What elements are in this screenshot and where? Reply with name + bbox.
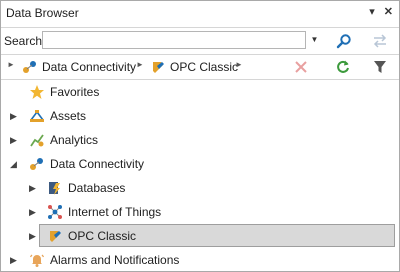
search-label: Search: [4, 34, 46, 48]
breadcrumb-separator[interactable]: ► [136, 60, 144, 69]
remove-x-icon [295, 61, 307, 73]
tree-item-favorites[interactable]: Favorites [1, 80, 399, 104]
iot-network-icon [48, 205, 62, 219]
breadcrumb-item-opc-classic[interactable]: OPC Classic [150, 60, 238, 74]
expand-arrow-icon[interactable]: ▶ [10, 255, 18, 265]
swap-arrows-icon [373, 34, 387, 48]
assets-icon [30, 110, 44, 122]
tree-item-label: Favorites [50, 85, 100, 99]
filter-button[interactable] [367, 57, 393, 77]
breadcrumb: ► Data Connectivity ► OPC Classic ► [1, 55, 399, 79]
breadcrumb-separator[interactable]: ► [235, 60, 243, 69]
tree-item-alarms-and-notifications[interactable]: ▶ Alarms and Notifications [1, 248, 399, 272]
star-icon [30, 85, 44, 99]
tree-item-data-connectivity[interactable]: ◢ Data Connectivity [1, 152, 399, 176]
breadcrumb-label: OPC Classic [170, 60, 239, 74]
analytics-icon [30, 134, 44, 147]
tree-item-label: Data Connectivity [50, 157, 145, 171]
tree-item-databases[interactable]: ▶ Databases [1, 176, 399, 200]
expand-arrow-icon[interactable]: ▶ [29, 207, 37, 217]
panel-title: Data Browser [6, 6, 79, 20]
expand-arrow-icon[interactable]: ▶ [10, 111, 18, 121]
search-row: Search: ▼ [1, 28, 399, 54]
tree-item-internet-of-things[interactable]: ▶ Internet of Things [1, 200, 399, 224]
tree-item-analytics[interactable]: ▶ Analytics [1, 128, 399, 152]
opc-classic-icon [50, 231, 61, 242]
tree-item-opc-classic[interactable]: ▶ OPC Classic [1, 224, 399, 248]
search-dropdown-button[interactable]: ▼ [307, 31, 322, 49]
filter-icon [374, 61, 386, 73]
refresh-button[interactable] [330, 57, 356, 77]
dropdown-arrow-icon[interactable]: ▾ [369, 5, 375, 18]
data-connectivity-icon [30, 158, 43, 170]
tree-item-label: Analytics [50, 133, 99, 147]
expand-arrow-icon[interactable]: ▶ [10, 135, 18, 145]
breadcrumb-label: Data Connectivity [42, 60, 137, 74]
refresh-icon [337, 60, 349, 73]
breadcrumb-root-arrow[interactable]: ► [7, 60, 15, 69]
alarm-bell-icon [29, 254, 45, 267]
data-browser-panel: Data Browser ▾ ✕ Search: ▼ ► Data Connec… [0, 0, 400, 272]
tree-item-label: Databases [68, 181, 126, 195]
search-button[interactable] [331, 31, 357, 51]
swap-button[interactable] [367, 31, 393, 51]
search-input[interactable] [42, 31, 306, 49]
expand-arrow-icon[interactable]: ▶ [29, 231, 37, 241]
close-icon[interactable]: ✕ [384, 5, 393, 18]
tree-item-label: Internet of Things [68, 205, 162, 219]
tree-item-label: Assets [50, 109, 87, 123]
search-icon [336, 34, 351, 49]
breadcrumb-item-data-connectivity[interactable]: Data Connectivity [22, 60, 136, 74]
databases-icon [49, 182, 60, 195]
collapse-arrow-icon[interactable]: ◢ [10, 159, 18, 169]
panel-titlebar: Data Browser ▾ ✕ [1, 1, 399, 27]
tree-item-label: Alarms and Notifications [50, 253, 180, 267]
tree-item-assets[interactable]: ▶ Assets [1, 104, 399, 128]
tree-item-label: OPC Classic [68, 229, 137, 243]
opc-classic-icon [153, 62, 164, 73]
data-connectivity-icon [23, 61, 36, 73]
expand-arrow-icon[interactable]: ▶ [29, 183, 37, 193]
remove-button[interactable] [288, 57, 314, 77]
